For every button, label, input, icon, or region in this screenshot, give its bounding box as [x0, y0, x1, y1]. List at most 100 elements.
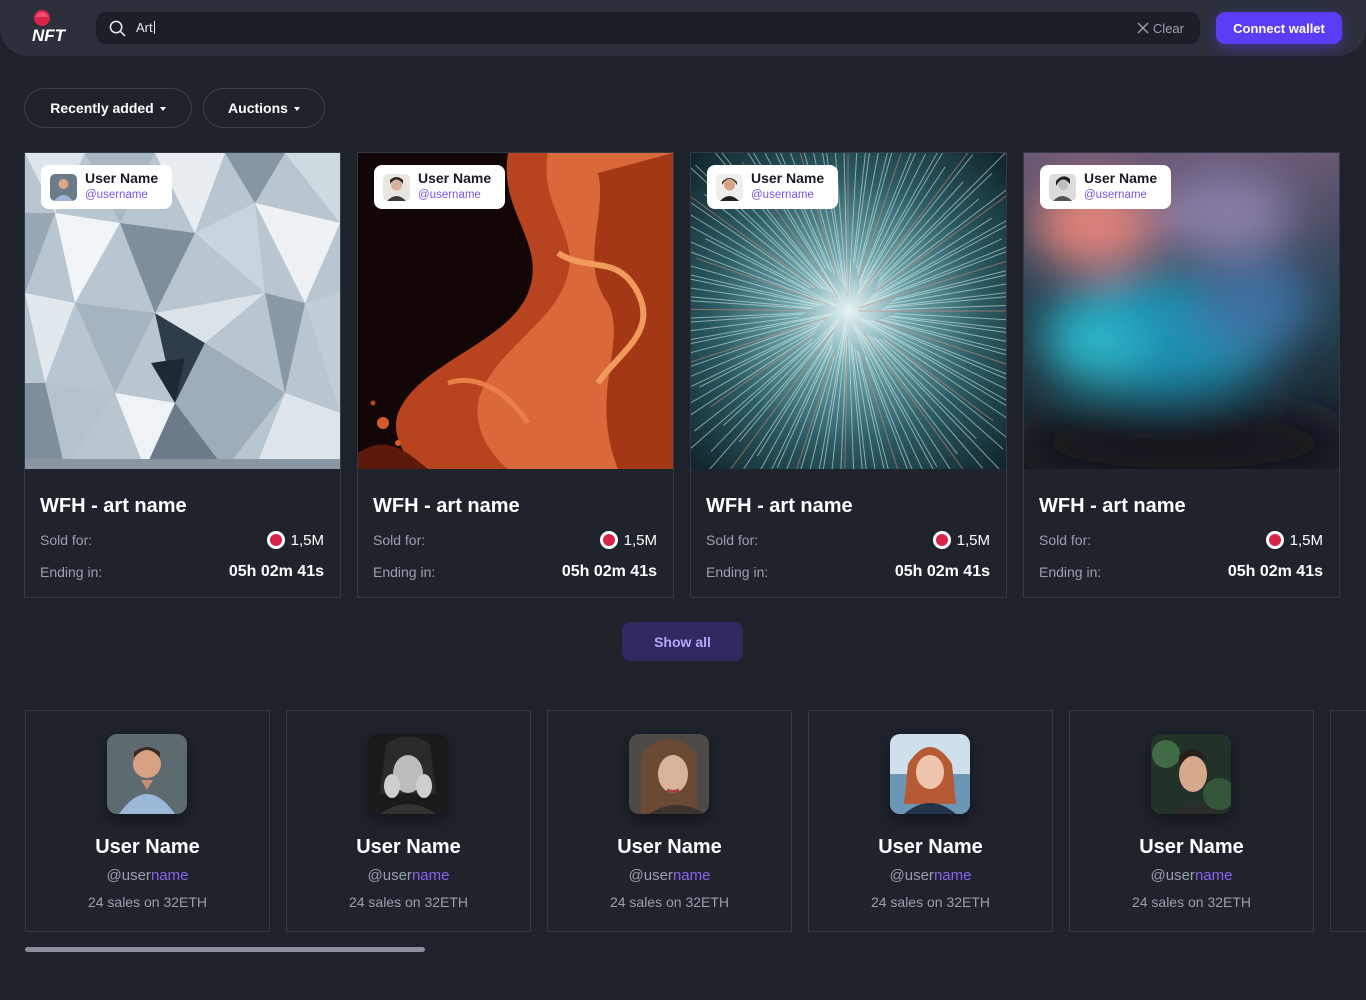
creator-avatar: [1151, 734, 1231, 814]
creator-username-rest: name: [672, 867, 711, 884]
nft-card[interactable]: User Name @username WFH - art name Sold …: [1023, 152, 1340, 598]
owner-name: User Name: [751, 170, 825, 186]
ending-value: 05h 02m 41s: [561, 563, 657, 580]
nft-title: WFH - art name: [1039, 495, 1186, 517]
nft-title: WFH - art name: [40, 495, 187, 517]
sold-label: Sold for:: [40, 532, 93, 548]
creator-name: User Name: [1139, 836, 1244, 858]
owner-avatar: [716, 174, 743, 201]
filter-label: Auctions: [228, 100, 288, 116]
owner-name: User Name: [85, 170, 159, 186]
logo-text: NFT: [32, 26, 67, 45]
show-all-button[interactable]: Show all: [622, 622, 743, 661]
owner-badge[interactable]: User Name @username: [41, 165, 172, 209]
nft-coin-icon: [1265, 531, 1284, 549]
filter-auctions[interactable]: Auctions: [203, 88, 325, 128]
nft-card[interactable]: User Name @username WFH - art name Sold …: [690, 152, 1007, 598]
creator-username[interactable]: @username: [1070, 867, 1313, 884]
ending-label: Ending in:: [373, 564, 436, 580]
owner-username: @username: [751, 189, 814, 201]
creator-card[interactable]: User Name @username 24 sales on 32ETH: [25, 710, 270, 932]
sold-label: Sold for:: [373, 532, 426, 548]
nft-title: WFH - art name: [706, 495, 853, 517]
creator-card[interactable]: User Name @username 24 sales on 32ETH: [1069, 710, 1314, 932]
sold-label: Sold for:: [1039, 532, 1092, 548]
ending-value: 05h 02m 41s: [228, 563, 324, 580]
creator-avatar: [890, 734, 970, 814]
nft-title: WFH - art name: [373, 495, 520, 517]
ending-label: Ending in:: [706, 564, 769, 580]
caret-down-icon: [293, 106, 300, 111]
owner-avatar: [50, 174, 77, 201]
owner-username: @username: [418, 189, 481, 201]
creator-sales: 24 sales on 32ETH: [87, 894, 208, 910]
creator-username-at: @user: [1150, 867, 1195, 884]
creator-username-rest: name: [933, 867, 972, 884]
creator-card-partial[interactable]: [1330, 710, 1366, 932]
creator-username-rest: name: [1194, 867, 1233, 884]
sold-row: Sold for: 1,5M: [1039, 531, 1323, 549]
sold-value: 1,5M: [1289, 531, 1323, 549]
sold-label: Sold for:: [706, 532, 759, 548]
ending-label: Ending in:: [1039, 564, 1102, 580]
ending-row: Ending in: 05h 02m 41s: [40, 563, 324, 581]
creator-name: User Name: [878, 836, 983, 858]
creator-username-rest: name: [150, 867, 189, 884]
ending-value: 05h 02m 41s: [1227, 563, 1323, 580]
owner-name: User Name: [418, 170, 492, 186]
owner-username: @username: [85, 189, 148, 201]
clear-label: Clear: [1152, 20, 1184, 36]
sold-row: Sold for: 1,5M: [706, 531, 990, 549]
search-icon: [109, 20, 126, 37]
filter-recently-added[interactable]: Recently added: [24, 88, 192, 128]
nft-card[interactable]: User Name @username WFH - art name Sold …: [24, 152, 341, 598]
horizontal-scrollbar[interactable]: [25, 947, 425, 952]
nft-card[interactable]: User Name @username WFH - art name Sold …: [357, 152, 674, 598]
creator-username[interactable]: @username: [26, 867, 269, 884]
nft-coin-icon: [599, 531, 618, 549]
creator-username[interactable]: @username: [548, 867, 791, 884]
owner-badge[interactable]: User Name @username: [374, 165, 505, 209]
ending-value: 05h 02m 41s: [894, 563, 990, 580]
creator-username-at: @user: [889, 867, 934, 884]
sold-value: 1,5M: [290, 531, 324, 549]
owner-name: User Name: [1084, 170, 1158, 186]
creator-name: User Name: [356, 836, 461, 858]
owner-username: @username: [1084, 189, 1147, 201]
creator-sales: 24 sales on 32ETH: [870, 894, 991, 910]
filter-label: Recently added: [50, 100, 154, 116]
search-input[interactable]: Art: [136, 20, 155, 36]
sold-row: Sold for: 1,5M: [373, 531, 657, 549]
creator-sales: 24 sales on 32ETH: [348, 894, 469, 910]
creator-username-at: @user: [367, 867, 412, 884]
creator-sales: 24 sales on 32ETH: [1131, 894, 1252, 910]
creator-name: User Name: [617, 836, 722, 858]
creator-username[interactable]: @username: [809, 867, 1052, 884]
owner-badge[interactable]: User Name @username: [707, 165, 838, 209]
creator-username-at: @user: [106, 867, 151, 884]
nft-coin-icon: [266, 531, 285, 549]
sold-row: Sold for: 1,5M: [40, 531, 324, 549]
creator-sales: 24 sales on 32ETH: [609, 894, 730, 910]
top-bar: NFT Art Clear Connect wallet: [0, 0, 1366, 56]
creator-avatar: [629, 734, 709, 814]
creator-username[interactable]: @username: [287, 867, 530, 884]
connect-wallet-button[interactable]: Connect wallet: [1216, 12, 1342, 44]
close-icon: [1137, 22, 1149, 34]
clear-search-button[interactable]: Clear: [1137, 20, 1184, 36]
creator-card[interactable]: User Name @username 24 sales on 32ETH: [808, 710, 1053, 932]
creator-card[interactable]: User Name @username 24 sales on 32ETH: [547, 710, 792, 932]
nft-coin-icon: [932, 531, 951, 549]
owner-badge[interactable]: User Name @username: [1040, 165, 1171, 209]
creator-card[interactable]: User Name @username 24 sales on 32ETH: [286, 710, 531, 932]
creator-name: User Name: [95, 836, 200, 858]
owner-avatar: [1049, 174, 1076, 201]
creator-avatar: [107, 734, 187, 814]
sold-value: 1,5M: [956, 531, 990, 549]
search-bar[interactable]: Art Clear: [96, 12, 1200, 44]
nft-logo-icon[interactable]: NFT: [30, 8, 70, 48]
ending-label: Ending in:: [40, 564, 103, 580]
ending-row: Ending in: 05h 02m 41s: [373, 563, 657, 581]
text-caret: [153, 21, 155, 34]
caret-down-icon: [159, 106, 166, 111]
